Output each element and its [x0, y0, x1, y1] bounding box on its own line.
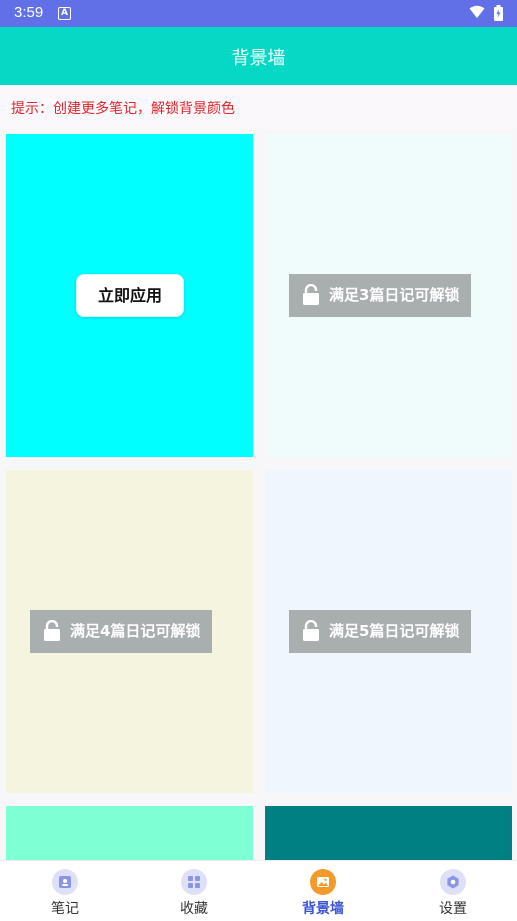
background-card-beige[interactable]: 满足4篇日记可解锁 — [6, 470, 253, 793]
nav-label: 收藏 — [180, 901, 208, 917]
background-card-aquamarine[interactable] — [6, 806, 253, 862]
settings-icon — [440, 869, 466, 895]
nav-item-settings[interactable]: 设置 — [408, 869, 498, 918]
unlock-requirement-5: 满足5篇日记可解锁 — [289, 610, 472, 653]
battery-icon — [494, 5, 503, 21]
unlock-requirement-3: 满足3篇日记可解锁 — [289, 274, 472, 317]
unlock-tip: 提示：创建更多笔记，解锁背景颜色 — [11, 101, 235, 117]
unlock-requirement-label: 满足3篇日记可解锁 — [329, 286, 460, 304]
background-card-teal[interactable] — [265, 806, 512, 862]
background-card-cyan[interactable]: 立即应用 — [6, 134, 253, 457]
unlock-requirement-label: 满足5篇日记可解锁 — [329, 622, 460, 640]
favorites-icon — [181, 869, 207, 895]
status-time: 3:59 — [14, 4, 44, 21]
apply-now-button[interactable]: 立即应用 — [76, 274, 184, 317]
background-card-azure[interactable]: 满足3篇日记可解锁 — [265, 134, 512, 457]
lock-icon — [303, 620, 319, 641]
lock-icon — [303, 284, 319, 305]
notification-app-icon: A — [58, 7, 71, 20]
lock-icon — [44, 620, 60, 641]
app-bar: 背景墙 — [0, 27, 517, 85]
page-title: 背景墙 — [231, 48, 286, 69]
bottom-navigation: 笔记 收藏 背景墙 设置 — [0, 860, 517, 921]
wifi-icon — [469, 5, 485, 18]
notes-icon — [52, 869, 78, 895]
unlock-requirement-label: 满足4篇日记可解锁 — [70, 622, 201, 640]
tip-bar: 提示：创建更多笔记，解锁背景颜色 — [0, 85, 517, 129]
nav-label: 设置 — [439, 901, 467, 917]
nav-item-notes[interactable]: 笔记 — [20, 869, 110, 918]
nav-label: 背景墙 — [302, 901, 344, 917]
nav-item-favorites[interactable]: 收藏 — [149, 869, 239, 918]
unlock-requirement-4: 满足4篇日记可解锁 — [30, 610, 213, 653]
nav-item-background-wall[interactable]: 背景墙 — [278, 869, 368, 918]
background-card-aliceblue[interactable]: 满足5篇日记可解锁 — [265, 470, 512, 793]
background-wall-icon — [310, 869, 336, 895]
status-bar: 3:59 A — [0, 0, 517, 27]
nav-label: 笔记 — [51, 901, 79, 917]
